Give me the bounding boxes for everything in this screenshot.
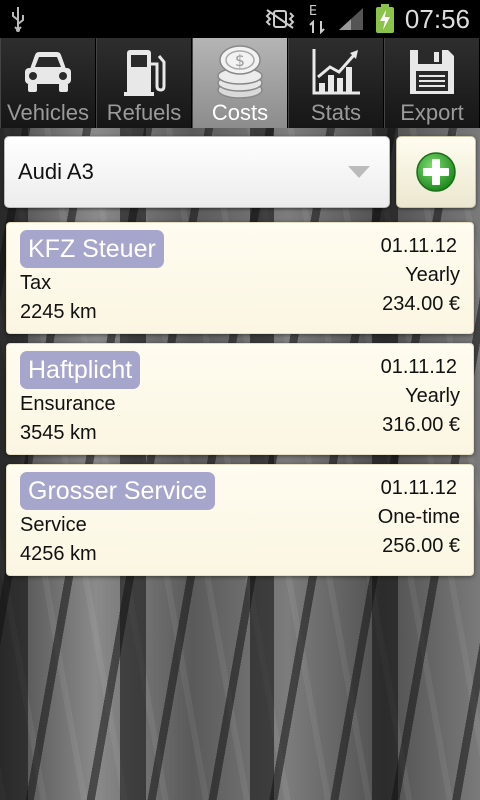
cost-item[interactable]: Haftplicht Ensurance 3545 km 01.11.12 Ye… (6, 343, 474, 455)
chevron-down-icon (348, 166, 370, 178)
cost-amount: 316.00 € (382, 414, 460, 436)
cost-frequency: One-time (377, 506, 460, 528)
clock: 07:56 (404, 3, 470, 34)
car-icon (20, 44, 76, 100)
network-type: E (308, 4, 318, 19)
tab-label: Costs (211, 100, 269, 125)
svg-text:$: $ (235, 51, 245, 70)
cost-date: 01.11.12 (380, 356, 457, 378)
battery-charging-icon (375, 4, 394, 33)
add-cost-button[interactable] (396, 136, 476, 208)
vibrate-icon (265, 9, 295, 29)
cost-frequency: Yearly (405, 385, 460, 407)
cost-amount: 256.00 € (382, 535, 460, 557)
cost-title: KFZ Steuer (20, 230, 164, 268)
cost-amount: 234.00 € (382, 293, 460, 315)
cost-item[interactable]: KFZ Steuer Tax 2245 km 01.11.12 Yearly 2… (6, 222, 474, 334)
cost-category: Service (20, 514, 87, 536)
status-bar: E 07:56 (0, 0, 480, 38)
usb-icon (12, 7, 24, 32)
add-icon (416, 152, 456, 192)
cost-date: 01.11.12 (380, 235, 457, 257)
tab-bar: Vehicles Refuels $ Costs Stats Export (0, 38, 480, 128)
cost-title: Grosser Service (20, 472, 216, 510)
cost-mileage: 3545 km (20, 422, 97, 444)
cost-title: Haftplicht (20, 351, 141, 389)
chart-icon (308, 44, 364, 100)
cost-item[interactable]: Grosser Service Service 4256 km 01.11.12… (6, 464, 474, 576)
tab-vehicles[interactable]: Vehicles (0, 38, 96, 128)
cost-category: Ensurance (20, 393, 116, 415)
tab-label: Export (400, 100, 464, 125)
floppy-disk-icon (404, 44, 460, 100)
coins-icon: $ (212, 44, 268, 100)
vehicle-dropdown[interactable]: Audi A3 (4, 136, 390, 208)
cost-mileage: 2245 km (20, 301, 97, 323)
cost-date: 01.11.12 (380, 477, 457, 499)
tab-costs[interactable]: $ Costs (192, 38, 288, 128)
data-transfer-icon: E (305, 2, 327, 36)
cost-frequency: Yearly (405, 264, 460, 286)
signal-icon (338, 8, 363, 30)
cost-mileage: 4256 km (20, 543, 97, 565)
tab-label: Stats (310, 100, 362, 125)
fuel-pump-icon (116, 44, 172, 100)
cost-category: Tax (20, 272, 52, 294)
tab-label: Refuels (106, 100, 182, 125)
tab-label: Vehicles (7, 100, 89, 125)
tab-stats[interactable]: Stats (288, 38, 384, 128)
tab-export[interactable]: Export (384, 38, 480, 128)
vehicle-dropdown-value: Audi A3 (18, 159, 94, 184)
tab-refuels[interactable]: Refuels (96, 38, 192, 128)
